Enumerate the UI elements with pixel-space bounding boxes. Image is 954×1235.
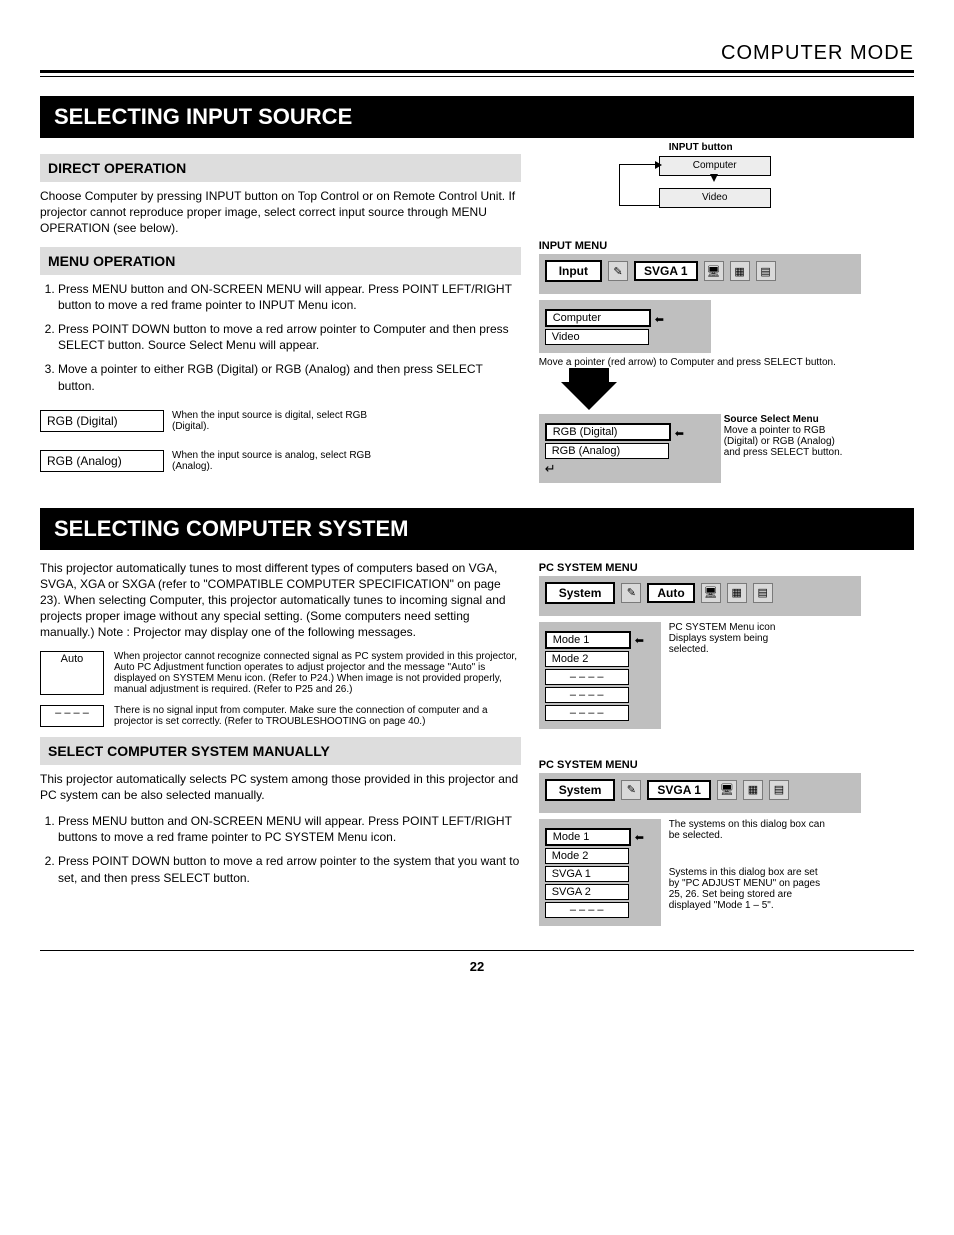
- osd-item-blank[interactable]: – – – –: [545, 669, 629, 685]
- osd-item-blank[interactable]: – – – –: [545, 902, 629, 918]
- rgb-analog-button[interactable]: RGB (Analog): [40, 450, 164, 472]
- auto-message-desc: When projector cannot recognize connecte…: [114, 651, 521, 695]
- source-select-label: Source Select Menu: [724, 414, 844, 425]
- menu-step-3: Move a pointer to either RGB (Digital) o…: [58, 361, 521, 393]
- osd-item-blank[interactable]: – – – –: [545, 705, 629, 721]
- nosignal-message-box: – – – –: [40, 705, 104, 727]
- osd-system-auto-chip[interactable]: Auto: [647, 583, 694, 603]
- osd-item-video[interactable]: Video: [545, 329, 649, 345]
- auto-message-box: Auto: [40, 651, 104, 695]
- osd-manual-note-bottom: Systems in this dialog box are set by "P…: [669, 867, 829, 911]
- rgb-digital-button[interactable]: RGB (Digital): [40, 410, 164, 432]
- osd-input-list: Computer ⬅ Video: [539, 300, 711, 353]
- menu-step-1: Press MENU button and ON-SCREEN MENU wil…: [58, 281, 521, 313]
- osd-system-auto-list: Mode 1 ⬅ Mode 2 – – – – – – – – – – – –: [539, 622, 661, 729]
- exit-icon[interactable]: ↵: [545, 461, 715, 477]
- osd-item-rgb-digital[interactable]: RGB (Digital): [545, 423, 671, 441]
- flow-loop-line: [619, 164, 660, 206]
- osd-auto-right-note: PC SYSTEM Menu icon Displays system bein…: [669, 622, 809, 655]
- section-header-source: SELECTING INPUT SOURCE: [40, 96, 914, 138]
- input-menu-icon[interactable]: ✎: [621, 780, 641, 800]
- pointer-arrow-icon: ⬅: [655, 313, 664, 326]
- footer-rule: [40, 950, 914, 951]
- screen-icon[interactable]: ▤: [769, 780, 789, 800]
- menu-steps: Press MENU button and ON-SCREEN MENU wil…: [40, 281, 521, 394]
- system-intro: This projector automatically tunes to mo…: [40, 560, 521, 641]
- osd-input-caption: INPUT MENU: [539, 240, 914, 252]
- input-menu-icon[interactable]: ✎: [608, 261, 628, 281]
- osd-system-button[interactable]: System: [545, 779, 616, 801]
- flow-box-computer: Computer: [659, 156, 771, 176]
- osd-system-manual-list: Mode 1 ⬅ Mode 2 SVGA 1 SVGA 2 – – – –: [539, 819, 661, 926]
- osd-input-menu: Input ✎ SVGA 1 🖥 ▦ ▤: [539, 254, 861, 294]
- osd-system-button[interactable]: System: [545, 582, 616, 604]
- osd-manual-note-top: The systems on this dialog box can be se…: [669, 819, 829, 841]
- pc-adjust-icon[interactable]: 🖥: [701, 583, 721, 603]
- screen-icon[interactable]: ▤: [753, 583, 773, 603]
- osd-input-chip[interactable]: SVGA 1: [634, 261, 698, 281]
- rgb-digital-desc: When the input source is digital, select…: [172, 410, 392, 432]
- osd-source-select: RGB (Digital) ⬅ RGB (Analog) ↵: [539, 414, 721, 483]
- input-menu-icon[interactable]: ✎: [621, 583, 641, 603]
- osd-system-manual-chip[interactable]: SVGA 1: [647, 780, 711, 800]
- osd-item-mode1[interactable]: Mode 1: [545, 631, 631, 649]
- osd-input-callout: Move a pointer (red arrow) to Computer a…: [539, 357, 914, 368]
- page-number: 22: [40, 959, 914, 974]
- image-icon[interactable]: ▦: [743, 780, 763, 800]
- source-select-callout: Move a pointer to RGB (Digital) or RGB (…: [724, 425, 844, 458]
- page: COMPUTER MODE SELECTING INPUT SOURCE DIR…: [0, 0, 954, 1235]
- osd-system-auto-caption: PC SYSTEM MENU: [539, 562, 914, 574]
- osd-item-rgb-analog[interactable]: RGB (Analog): [545, 443, 669, 459]
- osd-input-button[interactable]: Input: [545, 260, 602, 282]
- pointer-arrow-icon: ⬅: [635, 634, 644, 647]
- manual-text: This projector automatically selects PC …: [40, 771, 521, 803]
- pc-adjust-icon[interactable]: 🖥: [704, 261, 724, 281]
- flow-box-video: Video: [659, 188, 771, 208]
- arrow-down-icon: [710, 174, 718, 182]
- subhead-direct: DIRECT OPERATION: [40, 154, 521, 182]
- flow-title: INPUT button: [669, 142, 733, 153]
- manual-step-2: Press POINT DOWN button to move a red ar…: [58, 853, 521, 885]
- image-icon[interactable]: ▦: [727, 583, 747, 603]
- osd-item-svga1[interactable]: SVGA 1: [545, 866, 629, 882]
- osd-item-blank[interactable]: – – – –: [545, 687, 629, 703]
- screen-icon[interactable]: ▤: [756, 261, 776, 281]
- subhead-manual: SELECT COMPUTER SYSTEM MANUALLY: [40, 737, 521, 765]
- rgb-analog-desc: When the input source is analog, select …: [172, 450, 392, 472]
- manual-steps: Press MENU button and ON-SCREEN MENU wil…: [40, 813, 521, 886]
- manual-step-1: Press MENU button and ON-SCREEN MENU wil…: [58, 813, 521, 845]
- osd-item-computer[interactable]: Computer: [545, 309, 651, 327]
- osd-system-manual: System ✎ SVGA 1 🖥 ▦ ▤: [539, 773, 861, 813]
- pc-adjust-icon[interactable]: 🖥: [717, 780, 737, 800]
- osd-system-auto: System ✎ Auto 🖥 ▦ ▤: [539, 576, 861, 616]
- pointer-arrow-icon: ⬅: [675, 427, 684, 440]
- image-icon[interactable]: ▦: [730, 261, 750, 281]
- input-button-flow: INPUT button Computer Video: [579, 144, 799, 234]
- osd-system-manual-caption: PC SYSTEM MENU: [539, 759, 914, 771]
- big-arrow-down-icon: [561, 382, 617, 410]
- osd-item-mode2[interactable]: Mode 2: [545, 651, 629, 667]
- osd-item-svga2[interactable]: SVGA 2: [545, 884, 629, 900]
- section-header-system: SELECTING COMPUTER SYSTEM: [40, 508, 914, 550]
- subhead-menu: MENU OPERATION: [40, 247, 521, 275]
- osd-item-mode2[interactable]: Mode 2: [545, 848, 629, 864]
- osd-item-mode1[interactable]: Mode 1: [545, 828, 631, 846]
- direct-text: Choose Computer by pressing INPUT button…: [40, 188, 521, 237]
- arrow-right-icon: [655, 161, 662, 169]
- nosignal-message-desc: There is no signal input from computer. …: [114, 705, 521, 727]
- menu-step-2: Press POINT DOWN button to move a red ar…: [58, 321, 521, 353]
- pointer-arrow-icon: ⬅: [635, 831, 644, 844]
